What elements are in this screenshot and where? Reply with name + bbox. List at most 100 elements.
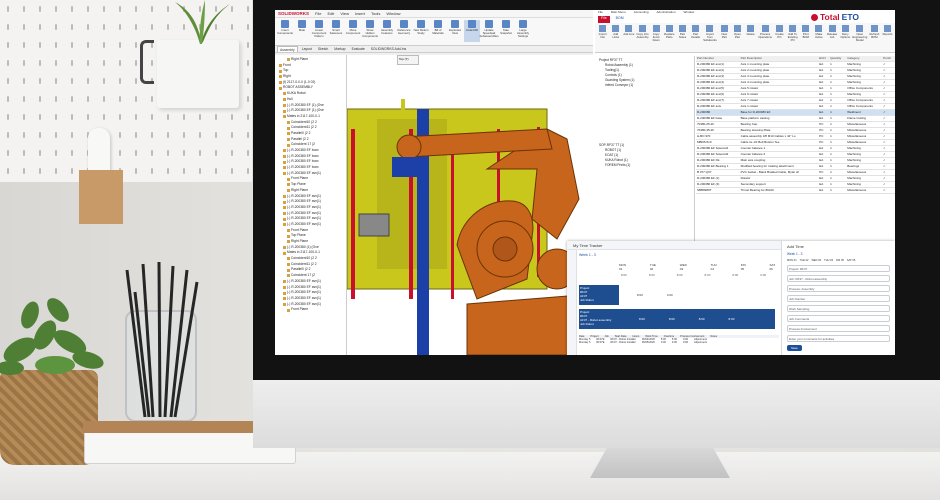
ribbon-icon [856,25,864,32]
tab-sketch[interactable]: Sketch [316,46,330,52]
add-time-week[interactable]: Week 1 - 3 [787,252,890,256]
tab-file[interactable]: File [598,16,610,23]
entry-row[interactable]: Monday 5 RF37E RF37 - Robot Installer 06/05… [579,341,779,344]
add-day[interactable]: THU 04 [824,259,833,262]
ribbon-button[interactable]: New Part [719,25,730,50]
feature-manager-tree[interactable]: Right Plane Front Top Right (f) 2117-0-0-0 (… [275,55,347,355]
ribbon-icon [841,25,849,32]
tab-window[interactable]: Window [684,10,695,16]
ribbon-button[interactable]: Add To Existing PO [787,25,798,50]
menu-window[interactable]: Window [386,11,400,16]
speedpak-button[interactable]: Update Speedpak Subassemblies [480,20,498,42]
form-field[interactable]: Process: Assembly [787,285,890,292]
table-cell: EA [818,187,830,194]
snapshot-button[interactable]: Take Snapshot [498,20,514,42]
ribbon-button[interactable]: Deny Options [840,25,851,50]
potted-plant [0,298,104,375]
tab-administration[interactable]: Administration [657,10,676,16]
time-entry-row-1[interactable]: Project RF37 AF37 Job Robot [579,285,619,305]
ribbon-button[interactable]: Open Part [732,25,743,50]
ribbon-button[interactable]: Replace Parts [664,25,675,50]
show-icon [366,20,374,28]
component-icon [287,132,290,136]
menu-edit[interactable]: Edit [327,11,334,16]
add-day[interactable]: TUE 02 [800,259,809,262]
ribbon-button[interactable]: Create PO [774,25,785,50]
add-day[interactable]: WED 03 [811,259,821,262]
ribbon-button[interactable]: Make Active [813,25,824,50]
smart-fasteners-button[interactable]: Smart Fasteners [328,20,344,42]
menu-file[interactable]: File [315,11,321,16]
ribbon-button[interactable]: Open Engineering Model [852,25,867,50]
tab-bom[interactable]: BOM [616,16,624,23]
bom-grid[interactable]: Part Number Part Description ECN Quantity Ca… [696,56,895,242]
menu-tools[interactable]: Tools [371,11,380,16]
tab-evaluate[interactable]: Evaluate [350,46,367,52]
3d-viewport[interactable]: Top (T) [347,55,593,355]
tree-node[interactable]: Front Plane [277,307,344,313]
ribbon-button[interactable]: Copy Into Assembly [636,25,649,50]
add-day[interactable]: SAT 06 [847,259,855,262]
form-field[interactable]: Job Comments [787,315,890,322]
ribbon-button[interactable]: Refresh BOM [869,25,880,50]
day-header: WED 03 [679,263,687,271]
reference-geometry-button[interactable]: Reference Geometry [396,20,412,42]
project-tree[interactable]: Project RF37 TT Robot Assembly (1) Tooling… [595,56,695,242]
large-assembly-button[interactable]: Large Assembly Settings [515,20,531,42]
add-day[interactable]: MON 01 [787,259,797,262]
add-day[interactable]: FRI 05 [836,259,844,262]
ribbon-button[interactable]: Part Details [690,25,701,50]
solidworks-window: SOLIDWORKS File Edit View Insert Tools W… [275,10,593,355]
tab-markup[interactable]: Markup [332,46,347,52]
ribbon-button[interactable]: Copy Items Down [651,25,662,50]
ribbon-button-label: Copy Into Assembly [636,32,649,39]
exploded-view-button[interactable]: Exploded View [447,20,463,42]
assembly-features-button[interactable]: Assembly Features [379,20,395,42]
form-field[interactable]: Work Sampling [787,305,890,312]
ribbon-button-label: Make Active [815,32,823,39]
table-cell: Miscellaneous [846,187,883,194]
component-icon [283,251,286,255]
mate-button[interactable]: Mate [294,20,310,42]
tab-addins[interactable]: SOLIDWORKS Add-Ins [369,46,408,52]
ribbon-button[interactable]: Release Job [827,25,838,50]
instant3d-button[interactable]: Instant3D [464,20,480,42]
ribbon-button[interactable]: Add Line [623,25,634,50]
project-tree-node[interactable]: FOREM Prints (1) [597,163,692,168]
form-field[interactable]: Project: RF37 [787,265,890,272]
entry-cell: RF37E [596,341,605,344]
week-selector[interactable]: Week 1 - 3 [579,253,779,257]
ribbon-button[interactable]: Import Into [597,25,608,50]
tab-assembly[interactable]: Assembly [277,46,298,52]
ribbon-button-label: Deny Options [840,32,851,39]
explode-icon [451,20,459,28]
form-field[interactable]: Process Involvement [787,325,890,332]
motion-study-button[interactable]: New Motion Study [413,20,429,42]
show-hidden-button[interactable]: Show Hidden Components [362,20,378,42]
ribbon-button-label: Delete [746,32,755,36]
ribbon-button[interactable]: Import from Solidworks [703,25,717,50]
save-button[interactable]: Save [787,345,802,351]
bill-of-materials-button[interactable]: Bill of Materials [430,20,446,42]
menu-insert[interactable]: Insert [355,11,365,16]
view-toolbar[interactable]: Top (T) [397,55,419,65]
menu-view[interactable]: View [340,11,349,16]
ribbon-button[interactable]: Process Operations [758,25,772,50]
ribbon-button-label: New Part [721,32,728,39]
comment-input[interactable]: Enter your comments for activities [787,335,890,342]
linear-pattern-button[interactable]: Linear Component Pattern [311,20,327,42]
ribbon-button[interactable]: Reports [882,25,893,50]
tab-accounting[interactable]: Accounting [634,10,649,16]
ribbon-button[interactable]: Delete [745,25,756,50]
form-field[interactable]: Job: RF37 - Robot assembly [787,275,890,282]
form-field[interactable]: Job Number [787,295,890,302]
component-icon [283,155,286,159]
ribbon-button[interactable]: Add Links [610,25,621,50]
insert-components-button[interactable]: Insert Components [277,20,293,42]
ribbon-button[interactable]: Part Notes [677,25,688,50]
table-row[interactable]: SBB9989T Thrust Bearing for 80x90 EA 1 Misce… [696,187,895,194]
ribbon-button[interactable]: Print BOM [800,25,811,50]
tab-layout[interactable]: Layout [300,46,314,52]
ribbon-icon [652,25,660,32]
move-component-button[interactable]: Move Component [345,20,361,42]
